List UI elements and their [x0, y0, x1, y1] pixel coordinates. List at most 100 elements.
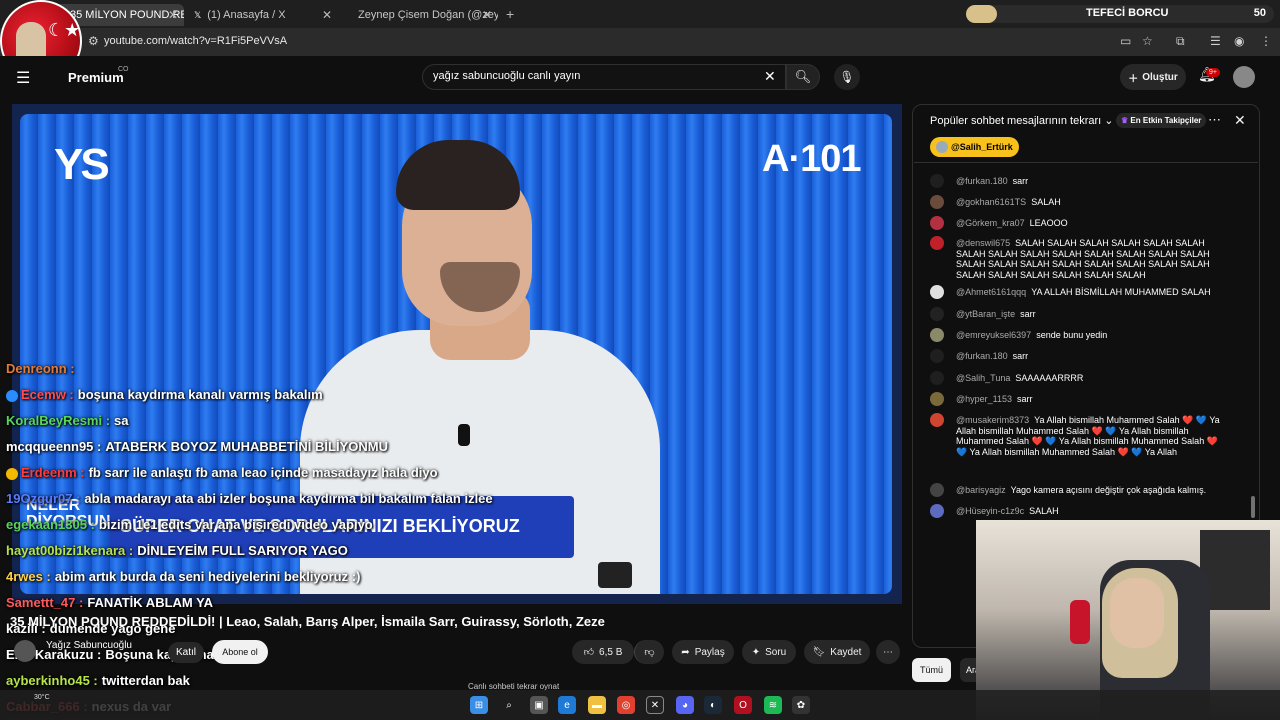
chat-message-body: @gokhan6161TS SALAH	[956, 197, 1230, 208]
chat-message[interactable]: @Ahmet6161qqq YA ALLAH BİSMİLLAH MUHAMMED…	[930, 285, 1230, 299]
avatar[interactable]	[930, 392, 944, 406]
chat-username[interactable]: @denswil675	[956, 238, 1010, 248]
pinned-user-chip[interactable]: @Salih_Ertürk	[930, 137, 1019, 157]
edge-icon[interactable]: e	[558, 696, 576, 714]
discord-icon[interactable]: ◕	[676, 696, 694, 714]
chat-username[interactable]: @ytBaran_işte	[956, 309, 1015, 319]
chip-all[interactable]: Tümü	[912, 658, 952, 682]
overlay-chat-username: hayat00bizi1kenara :	[6, 543, 134, 558]
chat-message[interactable]: @barisyagiz Yago kamera açısını değiştir …	[930, 483, 1230, 497]
chat-username[interactable]: @hyper_1153	[956, 394, 1012, 404]
create-button[interactable]: ＋ Oluştur	[1120, 64, 1186, 90]
overlay-chat-text: fb sarr ile anlaştı fb ama leao içinde m…	[88, 465, 438, 480]
opera-icon[interactable]: O	[734, 696, 752, 714]
profile-icon[interactable]: ◉	[1234, 34, 1244, 48]
chat-username[interactable]: @Hüseyin-c1z9c	[956, 506, 1024, 516]
avatar[interactable]	[930, 504, 944, 518]
reading-list-icon[interactable]: ☰	[1210, 34, 1221, 48]
channel-name[interactable]: Yağız Sabuncuoğlu	[46, 640, 132, 651]
close-tab-icon[interactable]: ✕	[168, 8, 178, 22]
save-button[interactable]: 🔖︎ Kaydet	[804, 640, 870, 664]
extensions-icon[interactable]: ⧉	[1176, 34, 1185, 49]
overlay-chat-text: ATABERK BOYOZ MUHABBETİNİ BİLİYONMU	[105, 439, 388, 454]
scroll-thumb[interactable]	[1251, 496, 1255, 518]
start-menu-icon[interactable]: ⊞	[470, 696, 488, 714]
search-input[interactable]	[433, 70, 753, 82]
task-view-icon[interactable]: ▣	[530, 696, 548, 714]
search-box[interactable]	[422, 64, 786, 90]
app-icon[interactable]: ✿	[792, 696, 810, 714]
close-tab-icon[interactable]: ✕	[482, 8, 492, 22]
chat-username[interactable]: @musakerim8373	[956, 415, 1029, 425]
chat-scrollbar[interactable]	[1251, 168, 1255, 518]
avatar[interactable]	[930, 307, 944, 321]
avatar[interactable]	[930, 174, 944, 188]
avatar[interactable]	[930, 483, 944, 497]
search-button[interactable]: 🔍︎	[786, 64, 820, 90]
weather-widget[interactable]: 30°C	[34, 694, 50, 701]
user-avatar[interactable]	[1233, 66, 1255, 88]
site-info-icon[interactable]: ⚙	[88, 34, 99, 48]
spotify-icon[interactable]: ≋	[764, 696, 782, 714]
chat-message-body: @hyper_1153 sarr	[956, 394, 1230, 405]
chat-username[interactable]: @emreyuksel6397	[956, 330, 1031, 340]
chat-username[interactable]: @barisyagiz	[956, 485, 1006, 495]
browser-tab-instagram[interactable]: Zeynep Çisem Doğan (@zeynep ✕	[344, 4, 498, 26]
x-app-icon[interactable]: ✕	[646, 696, 664, 714]
chat-username[interactable]: @furkan.180	[956, 351, 1008, 361]
chat-message[interactable]: @Hüseyin-c1z9c SALAH	[930, 504, 1230, 518]
avatar[interactable]	[930, 328, 944, 342]
top-fans-chip[interactable]: ♛ En Etkin Takipçiler	[1116, 113, 1207, 128]
new-tab-button[interactable]: +	[506, 6, 514, 22]
ask-button[interactable]: ✦ Soru	[742, 640, 796, 664]
hamburger-menu-icon[interactable]: ☰	[16, 68, 30, 88]
join-button[interactable]: Katıl	[168, 642, 205, 663]
url-field[interactable]: youtube.com/watch?v=R1Fi5PeVVsA	[104, 35, 287, 47]
chat-username[interactable]: @gokhan6161TS	[956, 197, 1026, 207]
chat-message[interactable]: @furkan.180 sarr	[930, 174, 1230, 188]
chat-message[interactable]: @gokhan6161TS SALAH	[930, 195, 1230, 209]
chat-more-icon[interactable]: ⋯	[1208, 112, 1221, 128]
chat-username[interactable]: @Görkem_kra07	[956, 218, 1025, 228]
cast-icon[interactable]: ▭	[1120, 34, 1131, 48]
chat-message[interactable]: @musakerim8373 Ya Allah bismillah Muhamme…	[930, 413, 1230, 457]
voice-search-button[interactable]: 🎙︎	[834, 64, 860, 90]
chat-username[interactable]: @furkan.180	[956, 176, 1008, 186]
avatar[interactable]	[930, 413, 944, 427]
dislike-button[interactable]: 👎︎	[634, 640, 664, 664]
chat-message-body: @denswil675 SALAH SALAH SALAH SALAH SALAH…	[956, 238, 1230, 280]
browser-menu-icon[interactable]: ⋮	[1260, 34, 1272, 48]
taskbar-search-icon[interactable]: ⌕	[500, 696, 518, 714]
chat-message[interactable]: @denswil675 SALAH SALAH SALAH SALAH SALAH…	[930, 236, 1230, 280]
chat-message[interactable]: @Görkem_kra07 LEAOOO	[930, 216, 1230, 230]
avatar[interactable]	[930, 236, 944, 250]
avatar[interactable]	[930, 349, 944, 363]
chat-message[interactable]: @Salih_Tuna SAAAAAARRRR	[930, 371, 1230, 385]
chat-mode-dropdown[interactable]: Popüler sohbet mesajlarının tekrarı ⌄	[930, 114, 1113, 127]
chat-message[interactable]: @emreyuksel6397 sende bunu yedin	[930, 328, 1230, 342]
chat-message[interactable]: @ytBaran_işte sarr	[930, 307, 1230, 321]
close-tab-icon[interactable]: ✕	[322, 8, 332, 22]
browser-tab-x[interactable]: 𝕏 (1) Anasayfa / X ✕	[186, 4, 338, 26]
chat-message[interactable]: @furkan.180 sarr	[930, 349, 1230, 363]
share-button[interactable]: ➦ Paylaş	[672, 640, 734, 664]
avatar[interactable]	[930, 195, 944, 209]
chat-username[interactable]: @Ahmet6161qqq	[956, 287, 1026, 297]
file-explorer-icon[interactable]: ▬	[588, 696, 606, 714]
avatar[interactable]	[930, 371, 944, 385]
close-chat-icon[interactable]: ✕	[1234, 112, 1246, 129]
subscribe-button[interactable]: Abone ol	[212, 640, 268, 664]
channel-avatar[interactable]	[14, 640, 36, 662]
chrome-icon[interactable]: ◎	[617, 696, 635, 714]
avatar[interactable]	[930, 216, 944, 230]
more-actions-button[interactable]: ⋯	[876, 640, 900, 664]
bookmark-star-icon[interactable]: ☆	[1142, 34, 1153, 48]
avatar[interactable]	[930, 285, 944, 299]
like-button[interactable]: 👍︎ 6,5 B	[572, 640, 634, 664]
youtube-premium-logo[interactable]: Premium	[68, 70, 124, 85]
chat-username[interactable]: @Salih_Tuna	[956, 373, 1010, 383]
clear-search-icon[interactable]: ✕	[764, 68, 776, 85]
chat-message[interactable]: @hyper_1153 sarr	[930, 392, 1230, 406]
chevron-down-icon: ⌄	[1104, 115, 1114, 127]
steam-icon[interactable]: ◐	[704, 696, 722, 714]
